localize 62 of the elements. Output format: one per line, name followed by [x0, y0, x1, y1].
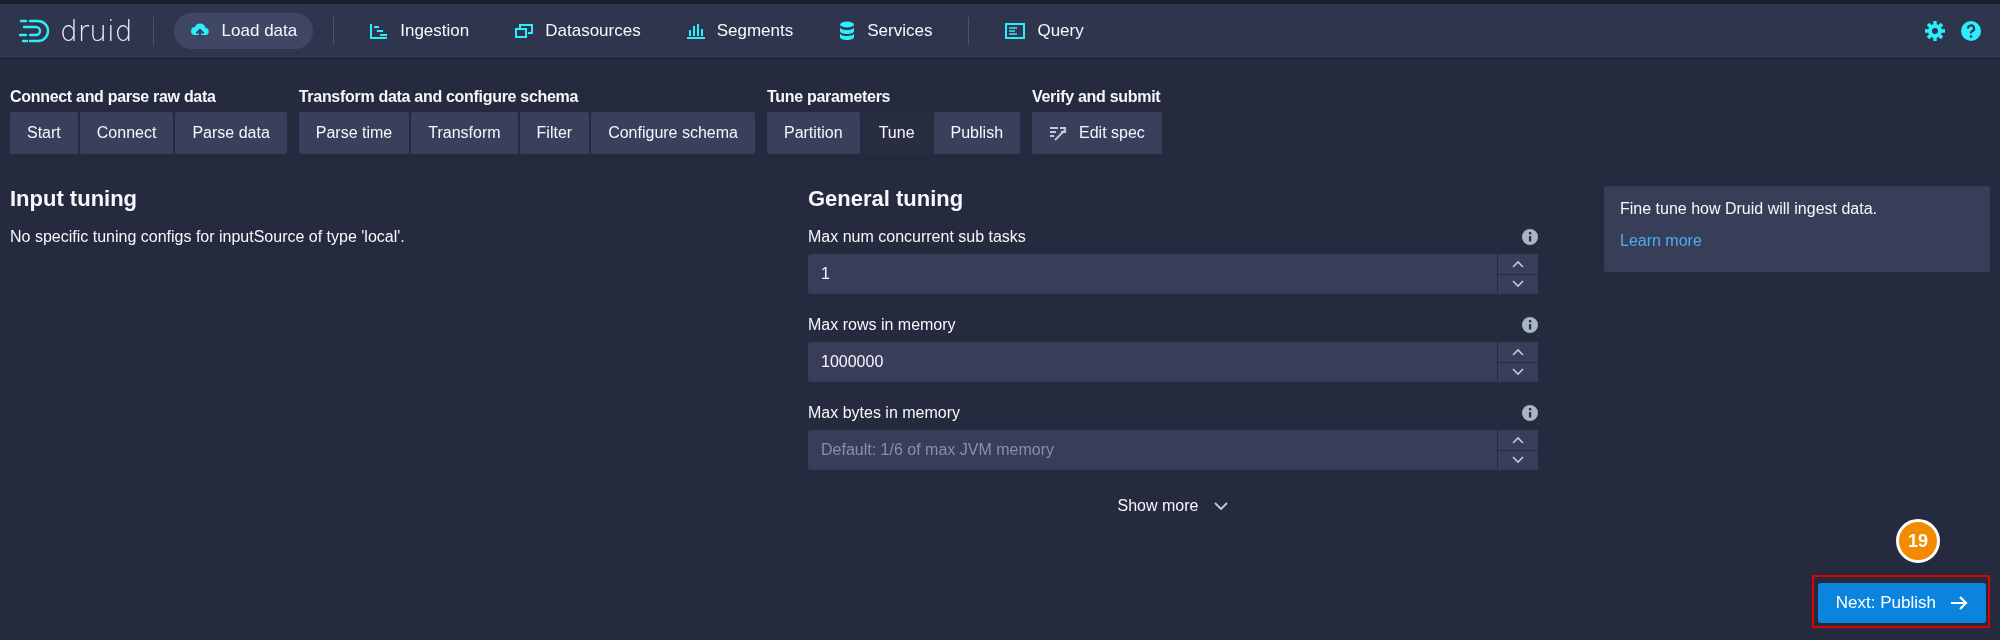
step-button[interactable]: Filter [519, 112, 590, 154]
chevron-up-icon [1512, 259, 1524, 268]
number-input[interactable]: 1 [808, 254, 1497, 294]
stacked-windows-icon [515, 23, 534, 39]
chevron-down-icon [1512, 456, 1524, 465]
gantt-chart-icon [370, 23, 389, 39]
field-label: Max bytes in memory [808, 404, 961, 422]
callout-badge: 19 [1896, 519, 1940, 563]
learn-more-link[interactable]: Learn more [1620, 232, 1702, 249]
next-button[interactable]: Next: Publish [1817, 583, 1986, 623]
step-group-title: Connect and parse raw data [10, 88, 217, 106]
nav-item[interactable]: Services [823, 13, 949, 49]
nav-item[interactable]: Query [989, 13, 1100, 49]
increment-button[interactable] [1498, 430, 1538, 450]
nav-item[interactable]: Ingestion [354, 13, 486, 49]
step-button[interactable]: Partition [766, 112, 860, 154]
edit-icon [1049, 125, 1070, 141]
info-icon[interactable] [1522, 229, 1538, 245]
step-button[interactable]: Parse time [298, 112, 410, 154]
field-label: Max num concurrent sub tasks [808, 228, 1026, 246]
decrement-button[interactable] [1498, 274, 1538, 294]
section-title: General tuning [808, 186, 965, 212]
message-text: No specific tuning configs for inputSource of type 'local'. [10, 228, 406, 246]
increment-button[interactable] [1498, 342, 1538, 362]
step-group-title: Verify and submit [1032, 88, 1162, 106]
show-more-button[interactable]: Show more [1111, 496, 1235, 516]
number-input[interactable]: 1000000 [808, 342, 1497, 382]
bar-chart-icon [686, 23, 705, 39]
step-button[interactable]: Edit spec [1032, 112, 1162, 154]
step-group-title: Tune parameters [766, 88, 892, 106]
step-button[interactable]: Parse data [175, 112, 287, 154]
step-button[interactable]: Start [10, 112, 78, 154]
nav-item[interactable]: Datasources [499, 13, 657, 49]
arrow-right-icon [1950, 595, 1968, 611]
chevron-down-icon [1214, 501, 1229, 511]
decrement-button[interactable] [1498, 450, 1538, 470]
chevron-up-icon [1512, 435, 1524, 444]
database-icon [839, 21, 856, 41]
chevron-down-icon [1512, 280, 1524, 289]
info-icon[interactable] [1522, 405, 1538, 421]
step-group-title: Transform data and configure schema [298, 88, 580, 106]
cloud-upload-icon [189, 22, 210, 40]
info-icon[interactable] [1522, 317, 1538, 333]
info-text: Fine tune how Druid will ingest data. [1620, 200, 1879, 218]
chevron-down-icon [1512, 368, 1524, 377]
field-label: Max rows in memory [808, 316, 956, 334]
section-title: Input tuning [10, 186, 139, 212]
console-icon [1005, 23, 1026, 39]
nav-item[interactable]: Segments [670, 13, 810, 49]
settings-icon[interactable] [1924, 20, 1946, 42]
step-button[interactable]: Connect [79, 112, 174, 154]
step-button[interactable]: Publish [933, 112, 1021, 154]
help-icon[interactable] [1960, 20, 1982, 42]
chevron-up-icon [1512, 347, 1524, 356]
step-button[interactable]: Tune [861, 112, 932, 154]
step-button[interactable]: Configure schema [591, 112, 755, 154]
number-input[interactable]: Default: 1/6 of max JVM memory [808, 430, 1497, 470]
nav-item[interactable]: Load data [173, 13, 314, 49]
logo-text: druid [60, 14, 133, 48]
increment-button[interactable] [1498, 254, 1538, 274]
step-button[interactable]: Transform [411, 112, 518, 154]
decrement-button[interactable] [1498, 362, 1538, 382]
